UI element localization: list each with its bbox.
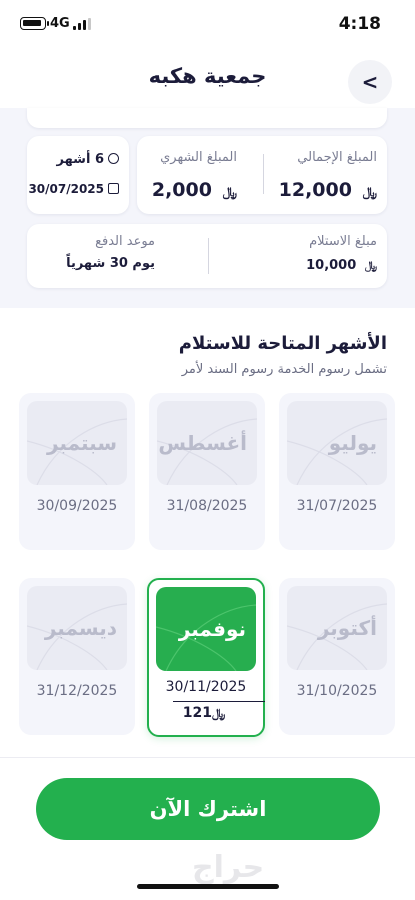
back-chevron-icon: <: [361, 70, 379, 94]
clock-time: 4:18: [338, 14, 381, 34]
month-date: 31/08/2025: [166, 498, 248, 514]
month-name: نوفمبر: [178, 617, 246, 641]
riyal-icon: ﷼: [362, 185, 377, 200]
clock-icon: [108, 153, 119, 164]
section-subtitle: تشمل رسوم الخدمة رسوم السند لأمر: [181, 362, 387, 377]
riyal-icon: ﷼: [211, 706, 226, 720]
calendar-icon: [108, 183, 119, 194]
amounts-card: المبلغ الإجمالي ﷼ 12,000 المبلغ الشهري ﷼…: [137, 136, 387, 214]
month-tile: نوفمبر: [156, 587, 256, 671]
watermark-logo: حراج: [192, 850, 265, 885]
end-date-value: 30/07/2025: [28, 182, 119, 196]
payment-date-value: يوم 30 شهرياً: [66, 256, 155, 271]
receipt-amount-label: مبلغ الاستلام: [309, 234, 377, 249]
divider: [173, 701, 265, 702]
month-date: 30/09/2025: [36, 498, 118, 514]
month-name: أغسطس: [158, 431, 247, 455]
subscribe-button[interactable]: اشترك الآن: [36, 778, 380, 840]
total-amount-value: ﷼ 12,000: [278, 179, 377, 201]
total-amount-label: المبلغ الإجمالي: [297, 150, 377, 165]
month-card-july[interactable]: يوليو 31/07/2025: [279, 393, 395, 550]
month-tile: ديسمبر: [27, 586, 127, 670]
partial-card: [27, 108, 387, 128]
month-name: ديسمبر: [44, 616, 117, 640]
month-card-september[interactable]: سبتمبر 30/09/2025: [19, 393, 135, 550]
payment-date-label: موعد الدفع: [95, 234, 155, 249]
month-amount: ﷼121: [182, 705, 226, 721]
divider: [208, 238, 209, 274]
monthly-amount-value: ﷼ 2,000: [151, 179, 237, 201]
signal-icon: [73, 18, 93, 30]
status-bar: 4G 4:18: [0, 0, 415, 50]
receipt-amount-value: ﷼ 10,000: [306, 258, 377, 273]
month-date: 31/07/2025: [296, 498, 378, 514]
duration-value: 6 أشهر: [57, 152, 119, 167]
back-button[interactable]: <: [348, 60, 392, 104]
section-title: الأشهر المتاحة للاستلام: [178, 333, 387, 354]
monthly-amount-label: المبلغ الشهري: [160, 150, 237, 165]
riyal-icon: ﷼: [364, 259, 377, 272]
month-name: يوليو: [328, 431, 377, 455]
divider: [263, 154, 264, 194]
month-card-december[interactable]: ديسمبر 31/12/2025: [19, 578, 135, 735]
month-date: 30/11/2025: [165, 679, 247, 695]
month-name: أكتوبر: [317, 616, 377, 640]
receipt-card: مبلغ الاستلام ﷼ 10,000 موعد الدفع يوم 30…: [27, 224, 387, 288]
divider: [0, 757, 415, 758]
duration-card: 6 أشهر 30/07/2025: [27, 136, 129, 214]
battery-icon: [20, 17, 49, 30]
summary-panel: المبلغ الإجمالي ﷼ 12,000 المبلغ الشهري ﷼…: [0, 108, 415, 308]
month-name: سبتمبر: [46, 431, 117, 455]
month-tile: أغسطس: [157, 401, 257, 485]
month-date: 31/12/2025: [36, 683, 118, 699]
month-date: 31/10/2025: [296, 683, 378, 699]
month-tile: يوليو: [287, 401, 387, 485]
network-type: 4G: [50, 16, 70, 31]
month-tile: أكتوبر: [287, 586, 387, 670]
home-indicator: [137, 884, 279, 889]
month-card-october[interactable]: أكتوبر 31/10/2025: [279, 578, 395, 735]
header: جمعية هكبه <: [0, 50, 415, 108]
month-card-august[interactable]: أغسطس 31/08/2025: [149, 393, 265, 550]
riyal-icon: ﷼: [222, 185, 237, 200]
month-card-november[interactable]: نوفمبر 30/11/2025 ﷼121: [147, 578, 265, 737]
month-tile: سبتمبر: [27, 401, 127, 485]
